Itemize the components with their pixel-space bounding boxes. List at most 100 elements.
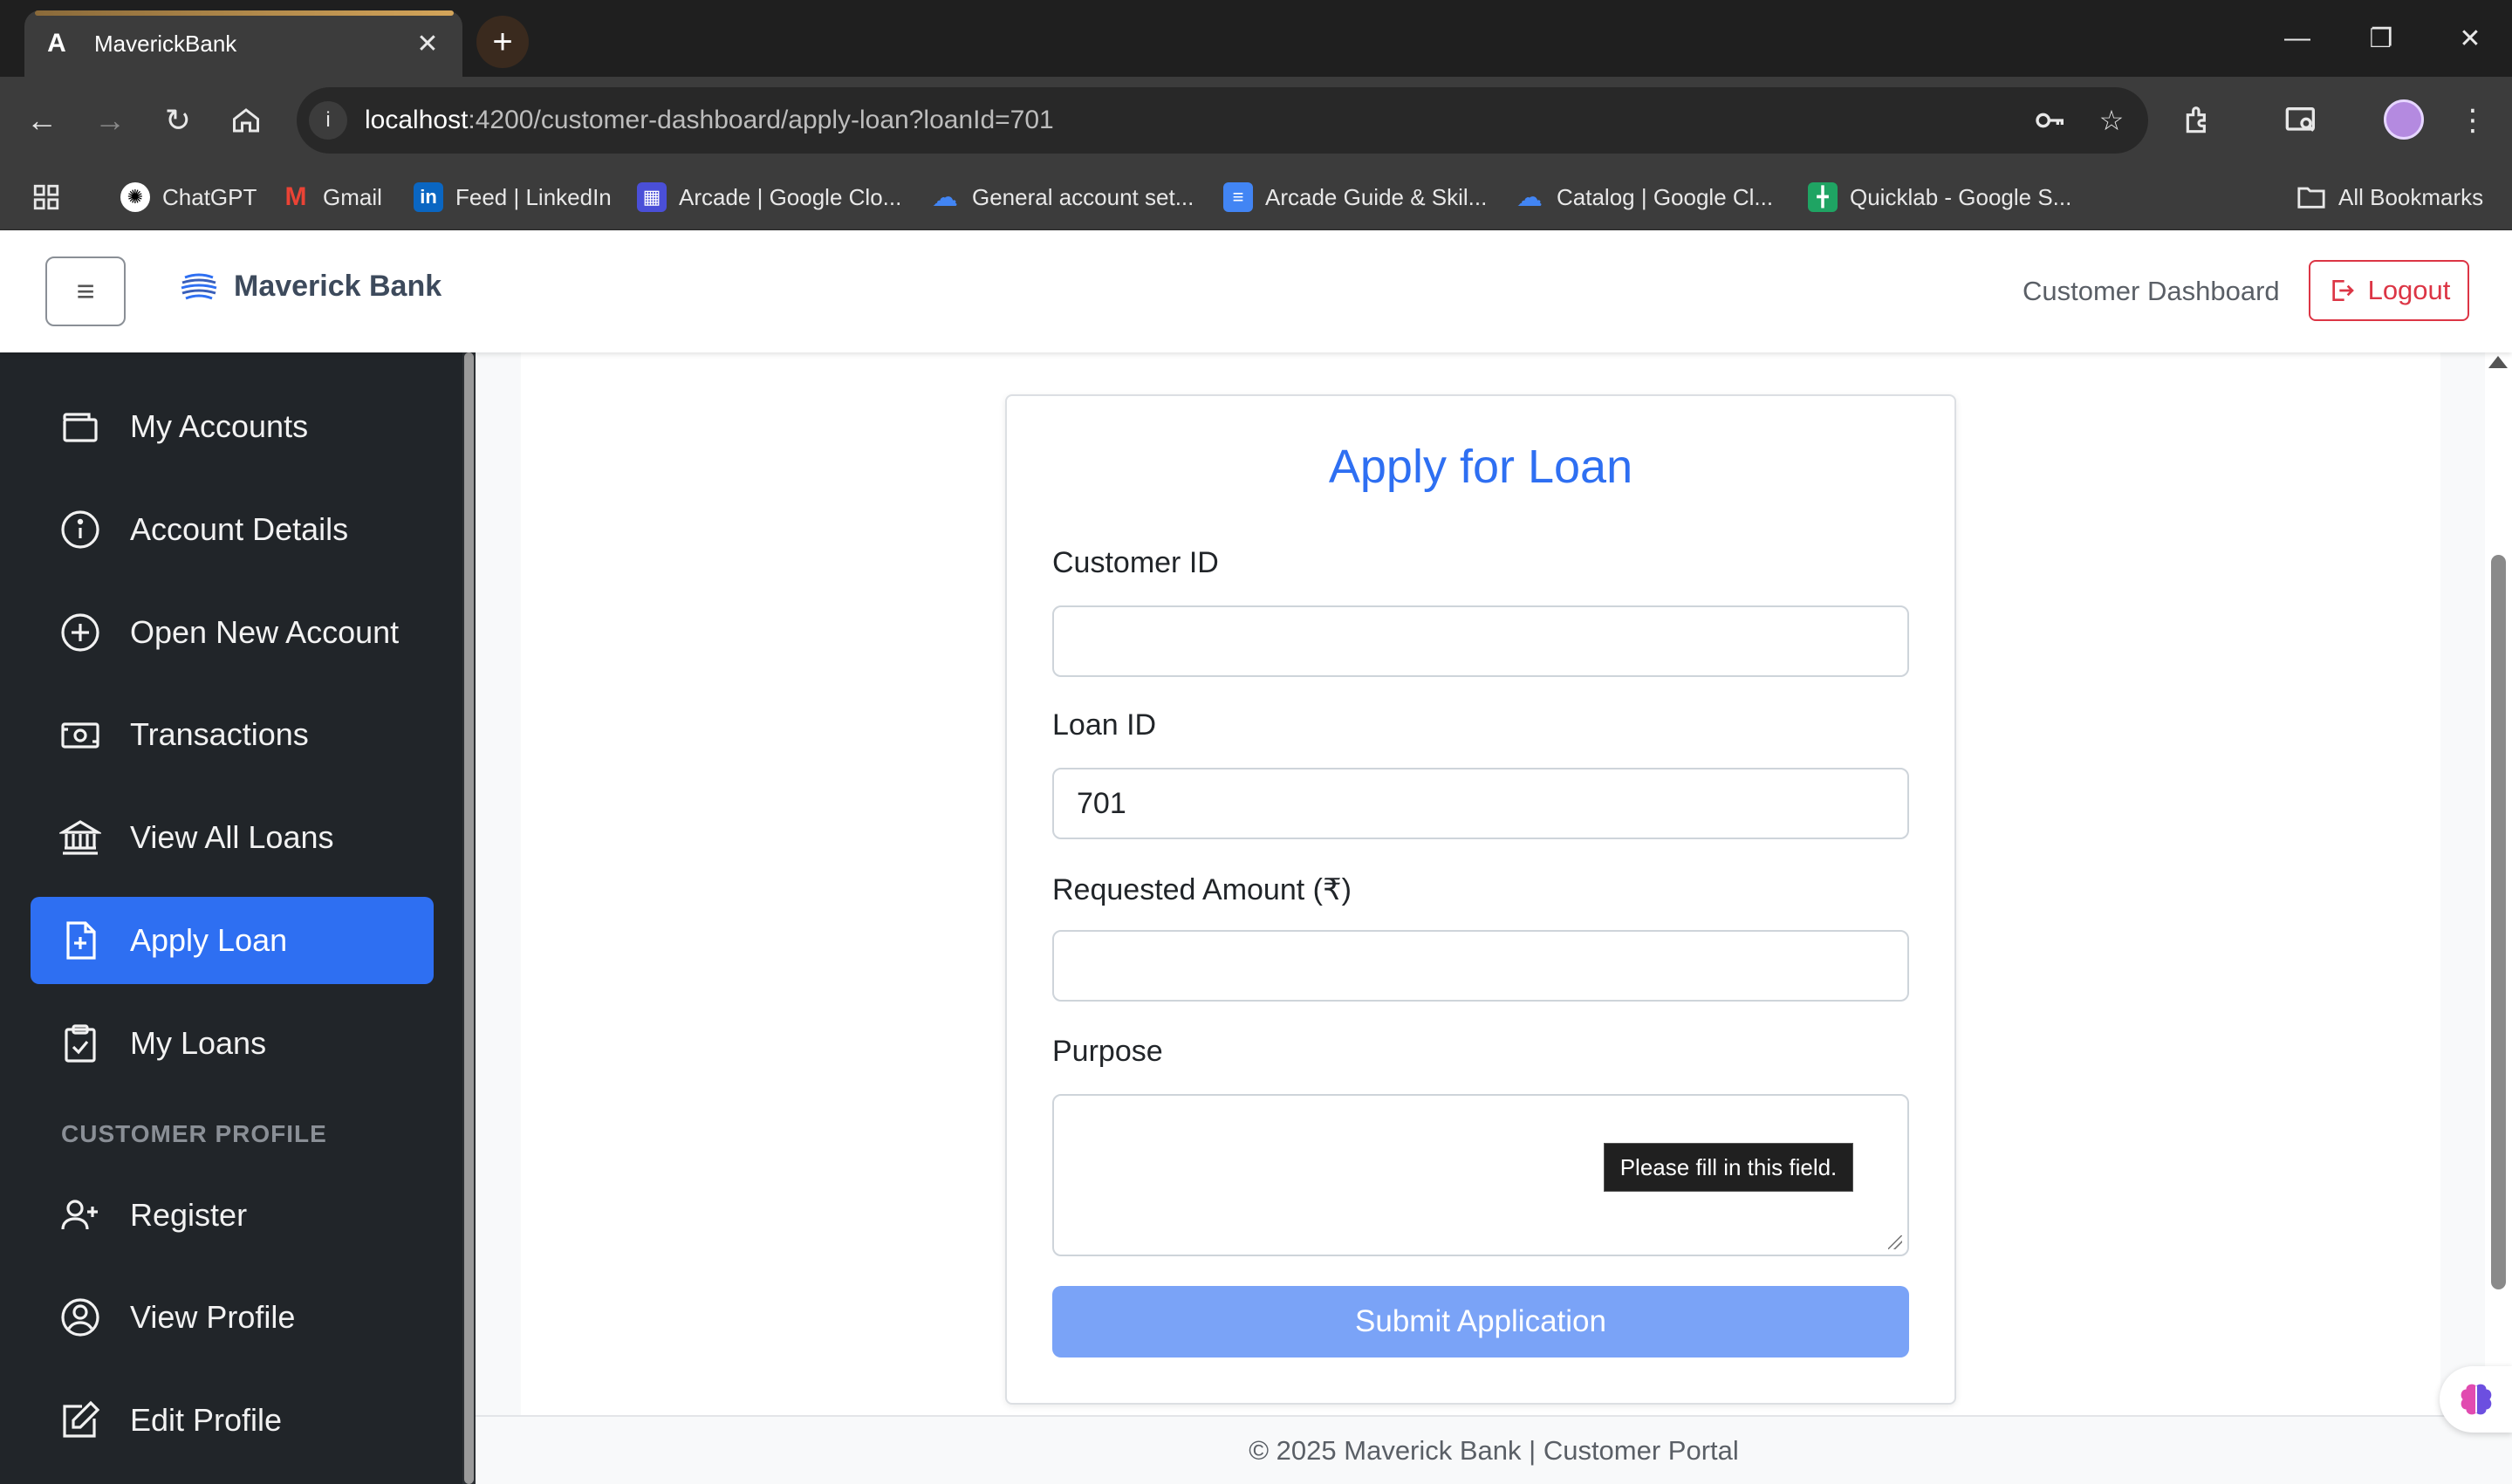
sidebar-item-view-all-loans[interactable]: View All Loans (31, 794, 434, 881)
all-bookmarks-label: All Bookmarks (2338, 183, 2484, 210)
all-bookmarks[interactable]: All Bookmarks (2296, 178, 2483, 216)
sheets-icon: ╋ (1808, 182, 1838, 212)
sidebar-item-open-new-account[interactable]: Open New Account (31, 589, 434, 676)
form-title: Apply for Loan (1328, 441, 1633, 493)
bookmark-arcade[interactable]: ▦ Arcade | Google Clo... (637, 178, 901, 216)
tab-title: MaverickBank (94, 30, 237, 57)
loan-id-input[interactable]: 701 (1052, 768, 1909, 839)
brand[interactable]: Maverick Bank (180, 267, 441, 305)
customer-id-input[interactable] (1052, 605, 1909, 677)
restore-icon[interactable]: ❐ (2351, 16, 2412, 61)
sidebar-item-label: Edit Profile (130, 1402, 283, 1438)
file-plus-icon (58, 919, 102, 962)
tab-accent-bar (35, 10, 454, 16)
plus-circle-icon (58, 611, 102, 654)
sidebar-item-transactions[interactable]: Transactions (31, 691, 434, 778)
wallet-icon (58, 405, 102, 448)
sidebar-scrollbar-thumb[interactable] (464, 352, 474, 1484)
logout-button[interactable]: Logout (2309, 260, 2469, 321)
person-plus-icon (58, 1193, 102, 1237)
requested-amount-input[interactable] (1052, 930, 1909, 1002)
minimize-icon[interactable]: — (2267, 16, 2328, 61)
bookmark-chatgpt[interactable]: ✺ ChatGPT (120, 178, 257, 216)
apps-grid-icon[interactable] (31, 178, 61, 216)
bookmark-star-icon[interactable]: ☆ (2087, 96, 2136, 145)
bookmark-gmail[interactable]: M Gmail (281, 178, 382, 216)
pencil-square-icon (58, 1399, 102, 1442)
resize-grip-icon[interactable] (1888, 1235, 1902, 1249)
sidebar-item-register[interactable]: Register (31, 1172, 434, 1259)
bookmark-arcade-guide[interactable]: ≡ Arcade Guide & Skil... (1223, 178, 1487, 216)
sidebar-item-my-accounts[interactable]: My Accounts (31, 383, 434, 470)
brain-icon (2461, 1384, 2492, 1415)
site-info-icon[interactable]: i (309, 101, 347, 140)
bookmark-quicklab[interactable]: ╋ Quicklab - Google S... (1808, 178, 2071, 216)
info-icon (58, 508, 102, 551)
forward-icon[interactable]: → (86, 96, 134, 145)
sidebar-item-apply-loan[interactable]: Apply Loan (31, 897, 434, 984)
maverick-logo-icon (181, 273, 217, 300)
sidebar-item-label: Account Details (130, 511, 349, 547)
sidebar-item-label: Transactions (130, 716, 309, 752)
browser-tab[interactable]: A MaverickBank ✕ (24, 10, 462, 77)
bookmark-linkedin[interactable]: in Feed | LinkedIn (414, 178, 612, 216)
browser-toolbar: ← → ↻ i localhost:4200/customer-dashboar… (0, 77, 2512, 164)
scroll-up-arrow-icon[interactable] (2488, 356, 2508, 368)
sidebar-toggle-button[interactable]: ≡ (45, 256, 126, 326)
logout-icon (2331, 280, 2354, 301)
angular-favicon-icon: A (47, 29, 66, 58)
folder-icon (2296, 182, 2326, 212)
bookmark-label: Arcade Guide & Skil... (1265, 183, 1488, 210)
requested-amount-label: Requested Amount (₹) (1052, 873, 1352, 906)
purpose-label: Purpose (1052, 1035, 1163, 1068)
bookmark-catalog[interactable]: ☁ Catalog | Google Cl... (1515, 178, 1773, 216)
brand-name: Maverick Bank (234, 269, 442, 303)
logout-label: Logout (2367, 275, 2451, 305)
loan-id-label: Loan ID (1052, 708, 1157, 742)
reload-icon[interactable]: ↻ (154, 96, 202, 145)
url-text[interactable]: localhost:4200/customer-dashboard/apply-… (365, 106, 2026, 135)
close-window-icon[interactable]: ✕ (2440, 16, 2501, 61)
sidebar-item-edit-profile[interactable]: Edit Profile (31, 1377, 434, 1464)
tab-close-icon[interactable]: ✕ (410, 29, 445, 59)
profile-avatar[interactable] (2384, 99, 2424, 140)
bookmark-label: Catalog | Google Cl... (1557, 183, 1774, 210)
linkedin-icon: in (414, 182, 443, 212)
arcade-icon: ▦ (637, 182, 667, 212)
home-icon[interactable] (222, 96, 270, 145)
app-header: ≡ Maverick Bank Customer Dashboard Logou… (0, 230, 2512, 352)
sidebar-item-label: Apply Loan (130, 922, 288, 958)
sidebar-item-label: View Profile (130, 1299, 296, 1335)
hamburger-icon: ≡ (76, 273, 95, 309)
extensions-icon[interactable] (2174, 96, 2223, 145)
customer-profile-heading: CUSTOMER PROFILE (61, 1120, 327, 1147)
bookmark-label: Quicklab - Google S... (1850, 183, 2072, 210)
gmail-icon: M (284, 182, 307, 211)
address-bar[interactable]: i localhost:4200/customer-dashboard/appl… (297, 87, 2148, 154)
page-scrollbar-thumb[interactable] (2491, 555, 2506, 1289)
sidebar-item-my-loans[interactable]: My Loans (31, 1000, 434, 1087)
sidebar-item-view-profile[interactable]: View Profile (31, 1274, 434, 1361)
sidebar-item-label: Open New Account (130, 614, 400, 650)
sidebar-item-account-details[interactable]: Account Details (31, 486, 434, 573)
bookmark-label: ChatGPT (162, 183, 257, 210)
back-icon[interactable]: ← (17, 96, 66, 145)
submit-application-button[interactable]: Submit Application (1052, 1286, 1909, 1357)
cash-icon (58, 713, 102, 756)
new-tab-button[interactable]: + (476, 16, 529, 68)
bookmark-general-account[interactable]: ☁ General account set... (930, 178, 1194, 216)
assistant-floating-button[interactable] (2440, 1366, 2512, 1433)
password-key-icon[interactable] (2026, 96, 2075, 145)
tab-search-icon[interactable] (2277, 96, 2326, 145)
browser-menu-icon[interactable]: ⋮ (2448, 96, 2497, 145)
customer-id-label: Customer ID (1052, 546, 1219, 579)
sidebar-item-label: My Accounts (130, 408, 309, 444)
sidebar-item-label: My Loans (130, 1025, 267, 1061)
bookmark-label: Gmail (323, 183, 382, 210)
google-cloud-icon: ☁ (932, 182, 958, 212)
person-circle-icon (58, 1296, 102, 1339)
customer-dashboard-link[interactable]: Customer Dashboard (2023, 276, 2280, 307)
chatgpt-icon: ✺ (120, 182, 150, 212)
browser-tabstrip: A MaverickBank ✕ + — ❐ ✕ (0, 0, 2512, 77)
validation-tooltip: Please fill in this field. (1604, 1143, 1853, 1192)
